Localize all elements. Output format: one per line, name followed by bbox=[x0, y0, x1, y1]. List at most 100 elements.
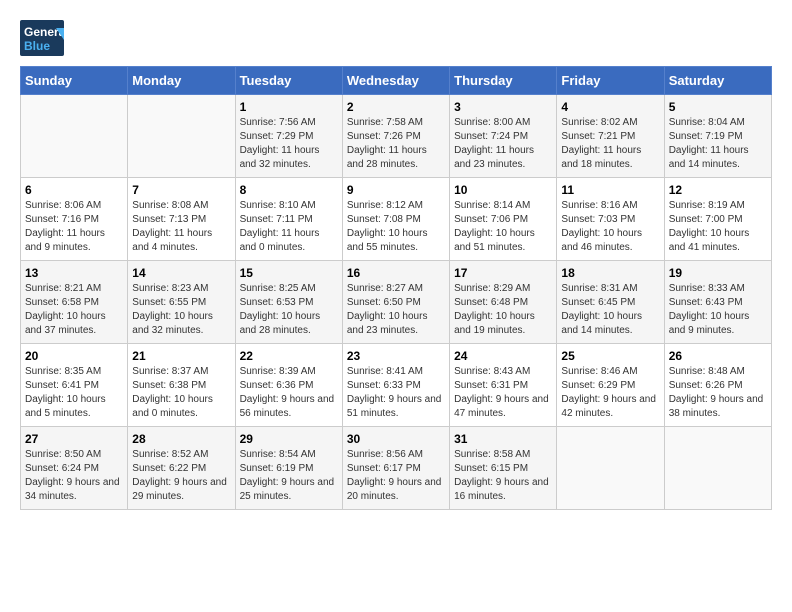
day-cell: 21Sunrise: 8:37 AMSunset: 6:38 PMDayligh… bbox=[128, 344, 235, 427]
day-info: Sunrise: 8:58 AMSunset: 6:15 PMDaylight:… bbox=[454, 448, 552, 504]
day-info: Sunrise: 8:12 AMSunset: 7:08 PMDaylight:… bbox=[347, 199, 445, 255]
day-info: Sunrise: 8:35 AMSunset: 6:41 PMDaylight:… bbox=[25, 365, 123, 421]
day-cell: 9Sunrise: 8:12 AMSunset: 7:08 PMDaylight… bbox=[342, 178, 449, 261]
day-number: 20 bbox=[25, 349, 123, 363]
day-info: Sunrise: 8:29 AMSunset: 6:48 PMDaylight:… bbox=[454, 282, 552, 338]
day-info: Sunrise: 8:31 AMSunset: 6:45 PMDaylight:… bbox=[561, 282, 659, 338]
day-info: Sunrise: 8:23 AMSunset: 6:55 PMDaylight:… bbox=[132, 282, 230, 338]
day-cell: 25 Sunrise: 8:46 AMSunset: 6:29 PMDayligh… bbox=[557, 344, 664, 427]
calendar-header-row: SundayMondayTuesdayWednesdayThursdayFrid… bbox=[21, 67, 772, 95]
day-cell bbox=[664, 427, 771, 510]
svg-text:General: General bbox=[24, 25, 64, 39]
day-info: Sunrise: 8:16 AMSunset: 7:03 PMDaylight:… bbox=[561, 199, 659, 255]
logo: General Blue bbox=[20, 20, 64, 56]
day-number: 3 bbox=[454, 100, 552, 114]
header-tuesday: Tuesday bbox=[235, 67, 342, 95]
day-info: Sunrise: 8:14 AMSunset: 7:06 PMDaylight:… bbox=[454, 199, 552, 255]
day-cell: 28 Sunrise: 8:52 AMSunset: 6:22 PMDayligh… bbox=[128, 427, 235, 510]
day-number: 28 bbox=[132, 432, 230, 446]
day-cell: 18 Sunrise: 8:31 AMSunset: 6:45 PMDayligh… bbox=[557, 261, 664, 344]
day-cell: 26 Sunrise: 8:48 AMSunset: 6:26 PMDayligh… bbox=[664, 344, 771, 427]
day-cell: 4 Sunrise: 8:02 AMSunset: 7:21 PMDaylight… bbox=[557, 95, 664, 178]
day-info: Sunrise: 8:00 AMSunset: 7:24 PMDaylight:… bbox=[454, 116, 552, 172]
day-cell: 6 Sunrise: 8:06 AMSunset: 7:16 PMDaylight… bbox=[21, 178, 128, 261]
week-row-3: 13Sunrise: 8:21 AMSunset: 6:58 PMDayligh… bbox=[21, 261, 772, 344]
day-cell: 16 Sunrise: 8:27 AMSunset: 6:50 PMDayligh… bbox=[342, 261, 449, 344]
svg-text:Blue: Blue bbox=[24, 39, 50, 53]
day-number: 22 bbox=[240, 349, 338, 363]
day-number: 25 bbox=[561, 349, 659, 363]
header-wednesday: Wednesday bbox=[342, 67, 449, 95]
header-friday: Friday bbox=[557, 67, 664, 95]
day-info: Sunrise: 8:10 AMSunset: 7:11 PMDaylight:… bbox=[240, 199, 338, 255]
day-number: 4 bbox=[561, 100, 659, 114]
header-monday: Monday bbox=[128, 67, 235, 95]
day-cell: 14 Sunrise: 8:23 AMSunset: 6:55 PMDayligh… bbox=[128, 261, 235, 344]
day-cell: 20 Sunrise: 8:35 AMSunset: 6:41 PMDayligh… bbox=[21, 344, 128, 427]
day-info: Sunrise: 8:48 AMSunset: 6:26 PMDaylight:… bbox=[669, 365, 767, 421]
day-cell: 2 Sunrise: 7:58 AMSunset: 7:26 PMDaylight… bbox=[342, 95, 449, 178]
day-number: 19 bbox=[669, 266, 767, 280]
day-cell: 13Sunrise: 8:21 AMSunset: 6:58 PMDayligh… bbox=[21, 261, 128, 344]
day-info: Sunrise: 8:06 AMSunset: 7:16 PMDaylight:… bbox=[25, 199, 123, 255]
day-cell bbox=[557, 427, 664, 510]
day-number: 5 bbox=[669, 100, 767, 114]
day-number: 21 bbox=[132, 349, 230, 363]
day-number: 6 bbox=[25, 183, 123, 197]
day-info: Sunrise: 8:39 AMSunset: 6:36 PMDaylight:… bbox=[240, 365, 338, 421]
day-number: 18 bbox=[561, 266, 659, 280]
day-number: 7 bbox=[132, 183, 230, 197]
day-info: Sunrise: 7:56 AMSunset: 7:29 PMDaylight:… bbox=[240, 116, 338, 172]
day-number: 23 bbox=[347, 349, 445, 363]
day-info: Sunrise: 8:27 AMSunset: 6:50 PMDaylight:… bbox=[347, 282, 445, 338]
day-number: 16 bbox=[347, 266, 445, 280]
day-info: Sunrise: 8:43 AMSunset: 6:31 PMDaylight:… bbox=[454, 365, 552, 421]
header-thursday: Thursday bbox=[450, 67, 557, 95]
day-cell: 10Sunrise: 8:14 AMSunset: 7:06 PMDayligh… bbox=[450, 178, 557, 261]
day-info: Sunrise: 8:25 AMSunset: 6:53 PMDaylight:… bbox=[240, 282, 338, 338]
day-info: Sunrise: 7:58 AMSunset: 7:26 PMDaylight:… bbox=[347, 116, 445, 172]
day-info: Sunrise: 8:46 AMSunset: 6:29 PMDaylight:… bbox=[561, 365, 659, 421]
day-cell: 1 Sunrise: 7:56 AMSunset: 7:29 PMDaylight… bbox=[235, 95, 342, 178]
day-cell: 15 Sunrise: 8:25 AMSunset: 6:53 PMDayligh… bbox=[235, 261, 342, 344]
day-cell: 27Sunrise: 8:50 AMSunset: 6:24 PMDayligh… bbox=[21, 427, 128, 510]
day-cell: 29 Sunrise: 8:54 AMSunset: 6:19 PMDayligh… bbox=[235, 427, 342, 510]
day-number: 29 bbox=[240, 432, 338, 446]
header-sunday: Sunday bbox=[21, 67, 128, 95]
day-info: Sunrise: 8:33 AMSunset: 6:43 PMDaylight:… bbox=[669, 282, 767, 338]
day-info: Sunrise: 8:21 AMSunset: 6:58 PMDaylight:… bbox=[25, 282, 123, 338]
day-info: Sunrise: 8:19 AMSunset: 7:00 PMDaylight:… bbox=[669, 199, 767, 255]
week-row-4: 20 Sunrise: 8:35 AMSunset: 6:41 PMDayligh… bbox=[21, 344, 772, 427]
week-row-1: 1 Sunrise: 7:56 AMSunset: 7:29 PMDaylight… bbox=[21, 95, 772, 178]
day-number: 17 bbox=[454, 266, 552, 280]
day-number: 14 bbox=[132, 266, 230, 280]
calendar-table: SundayMondayTuesdayWednesdayThursdayFrid… bbox=[20, 66, 772, 510]
day-info: Sunrise: 8:52 AMSunset: 6:22 PMDaylight:… bbox=[132, 448, 230, 504]
day-number: 30 bbox=[347, 432, 445, 446]
day-cell: 7 Sunrise: 8:08 AMSunset: 7:13 PMDaylight… bbox=[128, 178, 235, 261]
day-number: 24 bbox=[454, 349, 552, 363]
day-number: 12 bbox=[669, 183, 767, 197]
day-cell: 24 Sunrise: 8:43 AMSunset: 6:31 PMDayligh… bbox=[450, 344, 557, 427]
logo-icon: General Blue bbox=[20, 20, 64, 56]
day-info: Sunrise: 8:02 AMSunset: 7:21 PMDaylight:… bbox=[561, 116, 659, 172]
day-number: 8 bbox=[240, 183, 338, 197]
header: General Blue bbox=[20, 20, 772, 56]
day-cell: 19 Sunrise: 8:33 AMSunset: 6:43 PMDayligh… bbox=[664, 261, 771, 344]
day-number: 27 bbox=[25, 432, 123, 446]
day-cell bbox=[128, 95, 235, 178]
day-number: 15 bbox=[240, 266, 338, 280]
day-info: Sunrise: 8:08 AMSunset: 7:13 PMDaylight:… bbox=[132, 199, 230, 255]
day-number: 31 bbox=[454, 432, 552, 446]
day-number: 1 bbox=[240, 100, 338, 114]
day-number: 2 bbox=[347, 100, 445, 114]
day-info: Sunrise: 8:41 AMSunset: 6:33 PMDaylight:… bbox=[347, 365, 445, 421]
day-info: Sunrise: 8:56 AMSunset: 6:17 PMDaylight:… bbox=[347, 448, 445, 504]
day-number: 26 bbox=[669, 349, 767, 363]
day-cell: 30 Sunrise: 8:56 AMSunset: 6:17 PMDayligh… bbox=[342, 427, 449, 510]
day-cell: 8 Sunrise: 8:10 AMSunset: 7:11 PMDaylight… bbox=[235, 178, 342, 261]
day-number: 11 bbox=[561, 183, 659, 197]
day-info: Sunrise: 8:54 AMSunset: 6:19 PMDaylight:… bbox=[240, 448, 338, 504]
day-cell: 23 Sunrise: 8:41 AMSunset: 6:33 PMDayligh… bbox=[342, 344, 449, 427]
day-info: Sunrise: 8:04 AMSunset: 7:19 PMDaylight:… bbox=[669, 116, 767, 172]
